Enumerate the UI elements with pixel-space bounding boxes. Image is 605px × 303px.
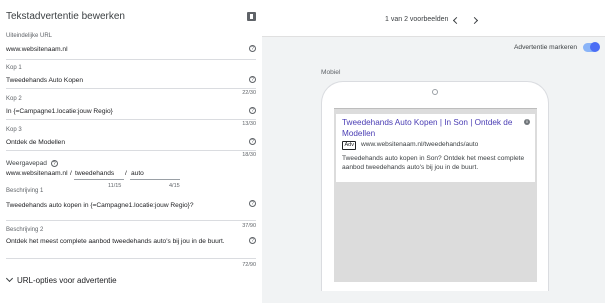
edit-icon[interactable]: [247, 12, 256, 21]
path-separator: /: [70, 170, 72, 177]
help-icon[interactable]: ?: [249, 200, 256, 207]
field-underline: [6, 258, 256, 259]
field-underline: [6, 220, 256, 221]
ad-editor-panel: Tekstadvertentie bewerken Uiteindelijke …: [0, 0, 262, 303]
mobile-phone-frame: Tweedehands Auto Kopen | In Son | Ontdek…: [321, 81, 549, 291]
description-2-field[interactable]: Beschrijving 2 Ontdek het meest complete…: [6, 227, 256, 271]
ad-preview-panel: 1 van 2 voorbeelden Advertentie markeren…: [262, 0, 605, 303]
preview-topbar: 1 van 2 voorbeelden: [262, 0, 605, 37]
help-icon[interactable]: ?: [50, 160, 58, 167]
help-icon[interactable]: ?: [249, 107, 256, 114]
ad-display-url: www.websitenaam.nl/tweedehands/auto: [361, 141, 479, 148]
info-icon[interactable]: i: [524, 119, 530, 125]
ad-badge: Adv: [342, 141, 357, 150]
mark-ad-label: Advertentie markeren: [514, 44, 578, 51]
description-1-field[interactable]: Beschrijving 1 Tweedehands auto kopen in…: [6, 188, 256, 230]
help-icon[interactable]: ?: [249, 138, 256, 145]
url-options-toggle[interactable]: URL-opties voor advertentie: [5, 274, 117, 285]
field-underline: [6, 88, 256, 89]
headline-1-field[interactable]: Kop 1 Tweedehands Auto Kopen ? 22/30: [6, 65, 256, 96]
display-path-field: Weergavepad ? www.websitenaam.nl / tweed…: [6, 160, 256, 190]
headline-3-label: Kop 3: [6, 127, 22, 133]
chevron-down-icon: [5, 274, 14, 283]
description-1-input[interactable]: Tweedehands auto kopen in {=Campagne1.lo…: [6, 202, 194, 209]
phone-screen: Tweedehands Auto Kopen | In Son | Ontdek…: [334, 108, 537, 282]
chevron-left-icon[interactable]: [452, 16, 460, 24]
final-url-input[interactable]: www.websitenaam.nl: [6, 46, 68, 53]
display-path-label-text: Weergavepad: [6, 160, 47, 167]
path-1-input[interactable]: tweedehands: [75, 170, 114, 177]
help-icon[interactable]: ?: [249, 237, 256, 244]
url-options-label: URL-opties voor advertentie: [17, 276, 117, 285]
editor-title: Tekstadvertentie bewerken: [6, 11, 125, 22]
final-url-label: Uiteindelijke URL: [6, 33, 53, 39]
headline-2-label: Kop 2: [6, 96, 22, 102]
path-2-underline: [130, 179, 180, 180]
mark-ad-toggle[interactable]: [583, 42, 600, 52]
headline-3-field[interactable]: Kop 3 Ontdek de Modellen ? 18/30: [6, 127, 256, 158]
description-2-input[interactable]: Ontdek het meest complete aanbod tweedeh…: [6, 238, 225, 245]
path-1-underline: [74, 179, 124, 180]
help-icon[interactable]: ?: [249, 45, 256, 52]
phone-camera: [432, 89, 438, 95]
headline-2-field[interactable]: Kop 2 In {=Campagne1.locatie:jouw Regio}…: [6, 96, 256, 127]
display-path-label: Weergavepad ?: [6, 160, 58, 167]
headline-2-input[interactable]: In {=Campagne1.locatie:jouw Regio}: [6, 108, 113, 115]
headline-3-char-count: 18/30: [242, 152, 256, 158]
field-underline: [6, 59, 256, 60]
headline-1-label: Kop 1: [6, 65, 22, 71]
field-underline: [6, 119, 256, 120]
preview-pager-text: 1 van 2 voorbeelden: [385, 16, 449, 23]
chevron-right-icon[interactable]: [472, 16, 480, 24]
ad-headline[interactable]: Tweedehands Auto Kopen | In Son | Ontdek…: [342, 118, 522, 139]
path-separator: /: [125, 170, 127, 177]
headline-1-input[interactable]: Tweedehands Auto Kopen: [6, 77, 83, 84]
description-2-char-count: 72/90: [242, 262, 256, 268]
description-1-label: Beschrijving 1: [6, 188, 44, 194]
final-url-field[interactable]: Uiteindelijke URL www.websitenaam.nl ?: [6, 33, 256, 61]
help-icon[interactable]: ?: [249, 76, 256, 83]
ad-description: Tweedehands auto kopen in Son? Ontdek he…: [342, 155, 525, 171]
field-underline: [6, 150, 256, 151]
path-2-input[interactable]: auto: [131, 170, 144, 177]
headline-3-input[interactable]: Ontdek de Modellen: [6, 139, 65, 146]
device-label: Mobiel: [321, 69, 341, 76]
ad-preview-card: Tweedehands Auto Kopen | In Son | Ontdek…: [336, 114, 535, 182]
description-2-label: Beschrijving 2: [6, 227, 44, 233]
display-path-base: www.websitenaam.nl: [6, 170, 68, 177]
